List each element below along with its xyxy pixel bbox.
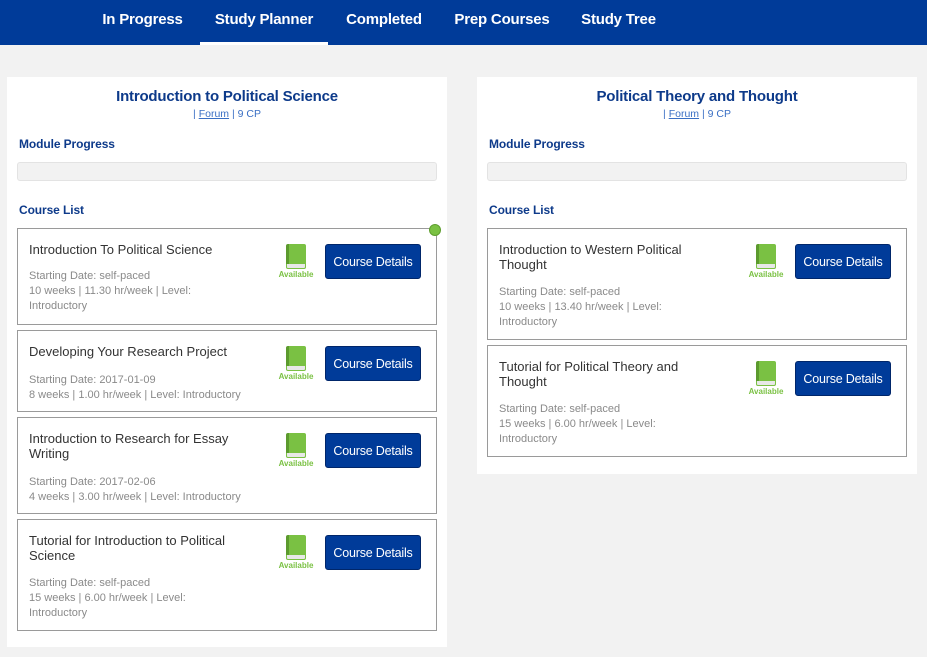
- module-progress-bar: [17, 162, 437, 181]
- module-meta: | Forum | 9 CP: [477, 108, 917, 120]
- module-progress-label: Module Progress: [19, 137, 115, 151]
- course-details-button[interactable]: Course Details: [325, 244, 421, 279]
- availability-label: Available: [278, 459, 314, 468]
- course-start-date: Starting Date: self-paced: [29, 577, 151, 589]
- course-card: Introduction to Research for Essay Writi…: [17, 417, 437, 514]
- book-icon: [756, 244, 776, 269]
- course-title: Tutorial for Political Theory and Though…: [499, 359, 679, 389]
- availability-indicator: Available: [746, 361, 786, 396]
- availability-label: Available: [278, 270, 314, 279]
- course-title: Introduction to Research for Essay Writi…: [29, 431, 229, 461]
- book-icon: [286, 346, 306, 371]
- availability-indicator: Available: [276, 346, 316, 381]
- course-details-button[interactable]: Course Details: [795, 244, 891, 279]
- course-details-text: 10 weeks | 11.30 hr/week | Level: Introd…: [29, 285, 192, 312]
- credits-label: | 9 CP: [699, 108, 731, 120]
- tab-study-planner[interactable]: Study Planner: [200, 0, 328, 45]
- top-navigation: In Progress Study Planner Completed Prep…: [0, 0, 927, 45]
- forum-link[interactable]: Forum: [199, 108, 229, 120]
- availability-label: Available: [278, 372, 314, 381]
- course-title: Developing Your Research Project: [29, 344, 228, 359]
- course-start-date: Starting Date: self-paced: [29, 270, 151, 282]
- forum-link[interactable]: Forum: [669, 108, 699, 120]
- course-title: Introduction To Political Science: [29, 242, 213, 257]
- book-icon: [286, 244, 306, 269]
- course-details-text: 15 weeks | 6.00 hr/week | Level: Introdu…: [29, 592, 186, 619]
- course-card: Developing Your Research Project Startin…: [17, 330, 437, 412]
- course-details-button[interactable]: Course Details: [325, 433, 421, 468]
- course-card: Tutorial for Political Theory and Though…: [487, 345, 907, 457]
- module-title: Introduction to Political Science: [116, 88, 338, 105]
- tab-prep-courses[interactable]: Prep Courses: [446, 0, 558, 45]
- module-title: Political Theory and Thought: [596, 88, 798, 105]
- course-details-button[interactable]: Course Details: [795, 361, 891, 396]
- course-card: Introduction to Western Political Though…: [487, 228, 907, 340]
- book-icon: [756, 361, 776, 386]
- course-list-label: Course List: [19, 203, 84, 217]
- availability-label: Available: [278, 561, 314, 570]
- credits-label: | 9 CP: [229, 108, 261, 120]
- course-card: Introduction To Political Science Starti…: [17, 228, 437, 325]
- tab-completed[interactable]: Completed: [335, 0, 433, 45]
- course-details-text: 15 weeks | 6.00 hr/week | Level: Introdu…: [499, 418, 656, 445]
- course-title: Introduction to Western Political Though…: [499, 242, 682, 272]
- availability-indicator: Available: [276, 244, 316, 279]
- book-icon: [286, 433, 306, 458]
- tab-study-tree[interactable]: Study Tree: [571, 0, 666, 45]
- course-details-text: 10 weeks | 13.40 hr/week | Level: Introd…: [499, 301, 662, 328]
- availability-indicator: Available: [746, 244, 786, 279]
- course-start-date: Starting Date: self-paced: [499, 286, 621, 298]
- availability-label: Available: [748, 387, 784, 396]
- course-card: Tutorial for Introduction to Political S…: [17, 519, 437, 631]
- tab-in-progress[interactable]: In Progress: [92, 0, 193, 45]
- course-title: Tutorial for Introduction to Political S…: [29, 533, 226, 563]
- status-dot: [429, 224, 441, 236]
- course-details-button[interactable]: Course Details: [325, 535, 421, 570]
- course-details-text: 8 weeks | 1.00 hr/week | Level: Introduc…: [29, 389, 241, 401]
- module-progress-bar: [487, 162, 907, 181]
- availability-label: Available: [748, 270, 784, 279]
- module-meta: | Forum | 9 CP: [7, 108, 447, 120]
- course-details-button[interactable]: Course Details: [325, 346, 421, 381]
- module-progress-label: Module Progress: [489, 137, 585, 151]
- availability-indicator: Available: [276, 535, 316, 570]
- course-start-date: Starting Date: 2017-01-09: [29, 374, 156, 386]
- course-details-text: 4 weeks | 3.00 hr/week | Level: Introduc…: [29, 491, 241, 503]
- availability-indicator: Available: [276, 433, 316, 468]
- course-start-date: Starting Date: 2017-02-06: [29, 476, 156, 488]
- book-icon: [286, 535, 306, 560]
- course-start-date: Starting Date: self-paced: [499, 403, 621, 415]
- course-list-label: Course List: [489, 203, 554, 217]
